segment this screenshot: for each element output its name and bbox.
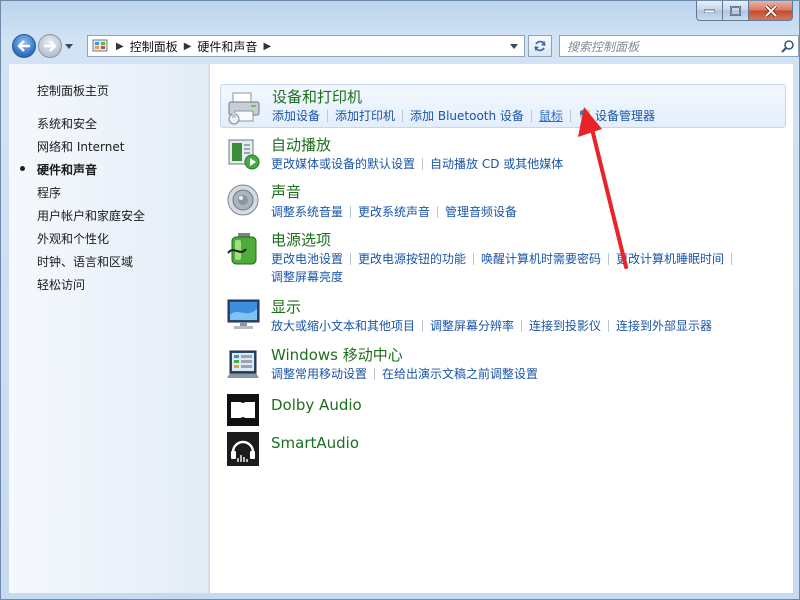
forward-button[interactable] bbox=[38, 34, 62, 58]
link-wake-password[interactable]: 唤醒计算机时需要密码 bbox=[481, 250, 601, 267]
sidebar-item-control-panel-home[interactable]: 控制面板主页 bbox=[37, 82, 109, 99]
link-manage-audio[interactable]: 管理音频设备 bbox=[445, 203, 517, 220]
category-links-sound: 调整系统音量 更改系统声音 管理音频设备 bbox=[271, 203, 517, 220]
back-button[interactable] bbox=[12, 34, 36, 58]
link-add-printer[interactable]: 添加打印机 bbox=[335, 107, 395, 124]
uac-shield-icon bbox=[579, 109, 590, 121]
category-title-autoplay[interactable]: 自动播放 bbox=[271, 134, 331, 155]
maximize-icon bbox=[730, 5, 741, 16]
dolby-icon bbox=[227, 394, 259, 426]
category-links-display: 放大或缩小文本和其他项目 调整屏幕分辨率 连接到投影仪 连接到外部显示器 bbox=[271, 317, 712, 334]
category-links-devices-printers: 添加设备 添加打印机 添加 Bluetooth 设备 鼠标 设备管理器 bbox=[272, 107, 655, 124]
control-panel-icon bbox=[92, 39, 108, 52]
close-button[interactable] bbox=[749, 1, 793, 21]
breadcrumb-control-panel[interactable]: 控制面板 bbox=[130, 38, 178, 55]
link-external-display[interactable]: 连接到外部显示器 bbox=[616, 317, 712, 334]
address-bar[interactable]: ▶ 控制面板 ▶ 硬件和声音 ▶ bbox=[87, 35, 525, 57]
link-power-button[interactable]: 更改电源按钮的功能 bbox=[358, 250, 466, 267]
category-links-mobility-center: 调整常用移动设置 在给出演示文稿之前调整设置 bbox=[271, 365, 538, 382]
sidebar-item-system-security[interactable]: 系统和安全 bbox=[37, 115, 97, 132]
category-dolby-audio: Dolby Audio bbox=[220, 394, 786, 430]
link-mouse[interactable]: 鼠标 bbox=[539, 107, 563, 124]
category-title-smartaudio[interactable]: SmartAudio bbox=[271, 434, 359, 452]
minimize-button[interactable] bbox=[696, 1, 723, 21]
category-smartaudio: SmartAudio bbox=[220, 432, 786, 468]
current-item-bullet bbox=[20, 166, 25, 171]
window-frame: ▶ 控制面板 ▶ 硬件和声音 ▶ 搜索控制面板 控制面板主页 系统和安全 网络和… bbox=[0, 0, 800, 600]
link-add-bluetooth[interactable]: 添加 Bluetooth 设备 bbox=[410, 107, 524, 124]
headphones-icon bbox=[227, 432, 259, 466]
link-sleep-time[interactable]: 更改计算机睡眠时间 bbox=[616, 250, 724, 267]
sidebar-item-appearance[interactable]: 外观和个性化 bbox=[37, 230, 109, 247]
close-icon bbox=[764, 4, 777, 17]
address-dropdown-button[interactable] bbox=[508, 38, 520, 54]
link-screen-brightness[interactable]: 调整屏幕亮度 bbox=[271, 268, 343, 285]
sidebar-item-programs[interactable]: 程序 bbox=[37, 184, 61, 201]
breadcrumb-hardware-and-sound[interactable]: 硬件和声音 bbox=[197, 38, 257, 55]
category-display: 显示 放大或缩小文本和其他项目 调整屏幕分辨率 连接到投影仪 连接到外部显示器 bbox=[220, 296, 786, 336]
category-sound: 声音 调整系统音量 更改系统声音 管理音频设备 bbox=[220, 181, 786, 221]
link-change-default-media[interactable]: 更改媒体或设备的默认设置 bbox=[271, 155, 415, 172]
link-autoplay-cd[interactable]: 自动播放 CD 或其他媒体 bbox=[430, 155, 563, 172]
link-presentation-settings[interactable]: 在给出演示文稿之前调整设置 bbox=[382, 365, 538, 382]
category-title-sound[interactable]: 声音 bbox=[271, 181, 301, 202]
link-battery-settings[interactable]: 更改电池设置 bbox=[271, 250, 343, 267]
category-title-mobility-center[interactable]: Windows 移动中心 bbox=[271, 344, 403, 365]
arrow-left-icon bbox=[17, 40, 30, 52]
chevron-down-icon bbox=[65, 43, 73, 49]
sidebar-item-ease-of-access[interactable]: 轻松访问 bbox=[37, 276, 85, 293]
printer-icon bbox=[228, 92, 260, 125]
link-add-device[interactable]: 添加设备 bbox=[272, 107, 320, 124]
refresh-icon bbox=[534, 40, 546, 52]
link-change-sounds[interactable]: 更改系统声音 bbox=[358, 203, 430, 220]
caption-buttons bbox=[696, 1, 793, 21]
category-links-power: 更改电池设置 更改电源按钮的功能 唤醒计算机时需要密码 更改计算机睡眠时间 bbox=[271, 250, 739, 267]
minimize-icon bbox=[704, 9, 715, 13]
sidebar-item-hardware-sound[interactable]: 硬件和声音 bbox=[37, 161, 97, 178]
category-links-autoplay: 更改媒体或设备的默认设置 自动播放 CD 或其他媒体 bbox=[271, 155, 563, 172]
chevron-down-icon bbox=[510, 43, 518, 49]
link-zoom-text[interactable]: 放大或缩小文本和其他项目 bbox=[271, 317, 415, 334]
battery-icon bbox=[227, 233, 257, 265]
category-mobility-center: Windows 移动中心 调整常用移动设置 在给出演示文稿之前调整设置 bbox=[220, 344, 786, 384]
mobility-center-icon bbox=[227, 350, 259, 378]
category-devices-printers: 设备和打印机 添加设备 添加打印机 添加 Bluetooth 设备 鼠标 设备管理器 bbox=[220, 84, 786, 128]
speaker-icon bbox=[227, 184, 259, 216]
breadcrumb-separator[interactable]: ▶ bbox=[184, 41, 192, 52]
category-power: 电源选项 更改电池设置 更改电源按钮的功能 唤醒计算机时需要密码 更改计算机睡眠时间 … bbox=[220, 229, 786, 287]
navigation-bar: ▶ 控制面板 ▶ 硬件和声音 ▶ 搜索控制面板 bbox=[9, 31, 799, 61]
link-mobility-settings[interactable]: 调整常用移动设置 bbox=[271, 365, 367, 382]
monitor-icon bbox=[227, 299, 260, 329]
category-title-display[interactable]: 显示 bbox=[271, 296, 301, 317]
recent-pages-dropdown[interactable] bbox=[63, 36, 75, 56]
refresh-button[interactable] bbox=[528, 35, 552, 57]
sidebar: 控制面板主页 系统和安全 网络和 Internet 硬件和声音 程序 用户帐户和… bbox=[9, 64, 209, 593]
link-device-manager[interactable]: 设备管理器 bbox=[595, 107, 655, 124]
autoplay-icon bbox=[228, 139, 260, 170]
link-projector[interactable]: 连接到投影仪 bbox=[529, 317, 601, 334]
category-title-dolby-audio[interactable]: Dolby Audio bbox=[271, 396, 362, 414]
category-autoplay: 自动播放 更改媒体或设备的默认设置 自动播放 CD 或其他媒体 bbox=[220, 134, 786, 174]
link-screen-resolution[interactable]: 调整屏幕分辨率 bbox=[430, 317, 514, 334]
search-box[interactable]: 搜索控制面板 bbox=[559, 35, 799, 57]
sidebar-item-user-accounts[interactable]: 用户帐户和家庭安全 bbox=[37, 207, 145, 224]
arrow-right-icon bbox=[44, 40, 57, 52]
main-content: 设备和打印机 添加设备 添加打印机 添加 Bluetooth 设备 鼠标 设备管理器 自… bbox=[210, 64, 793, 593]
sidebar-item-clock-language[interactable]: 时钟、语言和区域 bbox=[37, 253, 133, 270]
maximize-button[interactable] bbox=[723, 1, 749, 21]
search-icon[interactable] bbox=[778, 37, 798, 55]
category-title-devices-printers[interactable]: 设备和打印机 bbox=[272, 86, 362, 107]
breadcrumb-separator[interactable]: ▶ bbox=[116, 41, 124, 52]
breadcrumb-separator[interactable]: ▶ bbox=[263, 41, 271, 52]
link-adjust-volume[interactable]: 调整系统音量 bbox=[271, 203, 343, 220]
sidebar-item-network[interactable]: 网络和 Internet bbox=[37, 138, 124, 155]
search-input[interactable]: 搜索控制面板 bbox=[560, 38, 778, 55]
category-title-power[interactable]: 电源选项 bbox=[271, 229, 331, 250]
category-links-power-row2: 调整屏幕亮度 bbox=[271, 268, 343, 285]
